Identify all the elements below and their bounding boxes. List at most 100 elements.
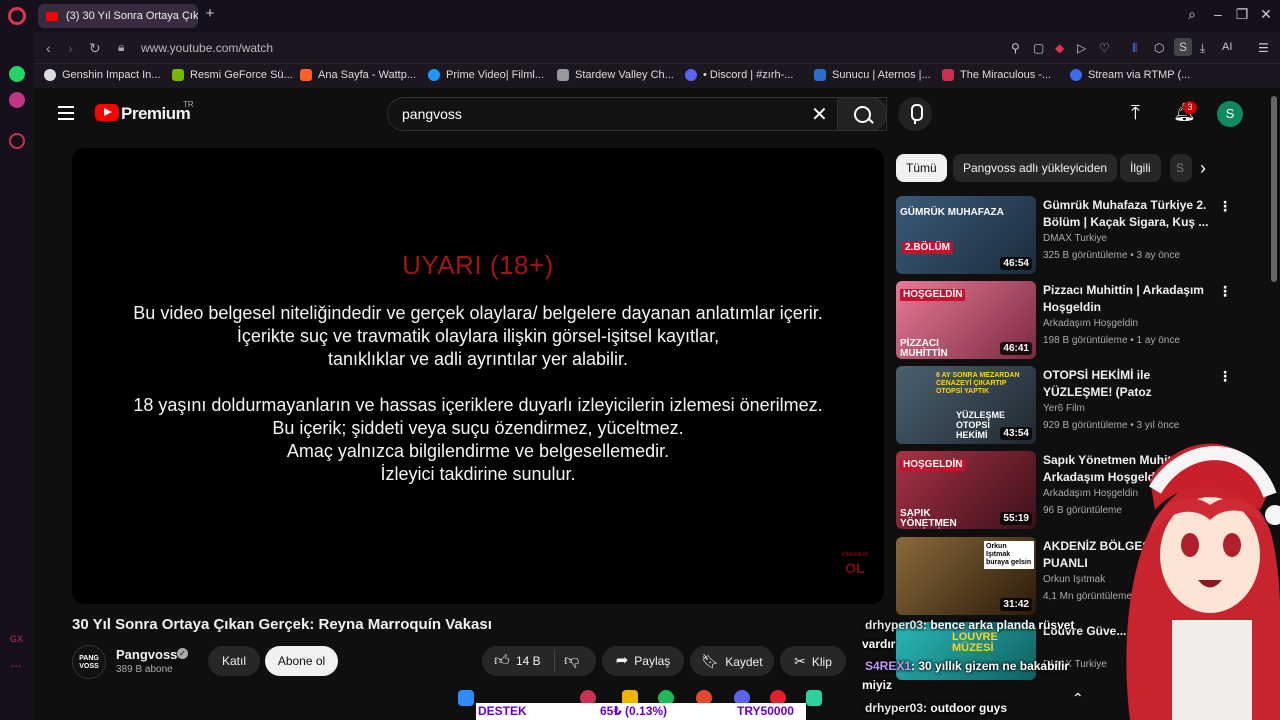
bookmark-7[interactable]: The Miraculous -... (942, 69, 1051, 81)
chip-truncated[interactable]: S (1170, 154, 1192, 182)
profile-s-icon[interactable]: S (1174, 38, 1192, 56)
settings-gear-icon[interactable] (9, 133, 25, 149)
clip-button[interactable]: ✂ Klip (780, 646, 846, 676)
aria-ai-icon[interactable]: AI (1222, 41, 1232, 53)
windows-start-icon[interactable] (458, 690, 474, 706)
more-options-icon[interactable]: ⋮ (1218, 283, 1232, 300)
chip-related[interactable]: İlgili (1120, 154, 1161, 182)
video-thumbnail[interactable]: 6 AY SONRA MEZARDAN CENAZEYİ ÇIKARTIP OT… (896, 366, 1036, 444)
more-options-icon[interactable]: ⋮ (1218, 198, 1232, 215)
bookmark-1[interactable]: Resmi GeForce Sü... (172, 69, 293, 81)
chevron-right-icon[interactable]: › (1200, 158, 1206, 179)
snapshot-icon[interactable]: ▢ (1033, 41, 1044, 55)
restore-button[interactable]: ❐ (1234, 6, 1250, 24)
browser-sidebar: GX ... (0, 32, 34, 720)
browser-tab-active[interactable]: (3) 30 Yıl Sonra Ortaya Çık (38, 4, 198, 28)
like-dislike-group: 👍︎ 14 B 👎︎ (482, 646, 596, 676)
chip-from-uploader[interactable]: Pangvoss adlı yükleyiciden (953, 154, 1118, 182)
search-input[interactable] (402, 106, 802, 122)
pin-icon[interactable]: ⚲ (1011, 41, 1020, 55)
like-count[interactable]: 14 B (516, 646, 541, 676)
channel-avatar[interactable]: PANG VOSS (72, 645, 106, 679)
rec-title[interactable]: Gümrük Muhafaza Türkiye 2. Bölüm | Kaçak… (1043, 197, 1213, 231)
bookmark-2[interactable]: Ana Sayfa - Wattp... (300, 69, 416, 81)
bookmark-6[interactable]: Sunucu | Aternos |... (814, 69, 931, 81)
rec-meta: 198 B görüntüleme • 1 ay önce (1043, 335, 1180, 346)
download-icon[interactable]: ⤓ (1200, 41, 1205, 56)
chip-all[interactable]: Tümü (896, 154, 947, 182)
search-button[interactable] (837, 97, 887, 131)
browser-search-icon[interactable]: ⌕ (1184, 6, 1200, 24)
join-button[interactable]: Katıl (208, 646, 260, 676)
video-player[interactable]: UYARI (18+) Bu video belgesel niteliğind… (72, 148, 884, 604)
player-icon[interactable]: ▷ (1077, 41, 1086, 55)
rec-meta: 325 B görüntüleme • 3 ay önce (1043, 250, 1180, 261)
ticker-goal: TRY50000 (737, 704, 794, 718)
rec-channel[interactable]: Arkadaşım Hoşgeldin (1043, 318, 1138, 329)
forward-arrow-icon[interactable]: › (68, 40, 73, 56)
scrollbar[interactable] (1271, 96, 1277, 282)
bookmark-3[interactable]: Prime Video| Filml... (428, 69, 544, 81)
sidebar-more-icon[interactable]: ... (11, 656, 21, 670)
bookmarks-bar: Genshin Impact In... Resmi GeForce Sü...… (34, 64, 1280, 88)
bookmark-5[interactable]: • Discord | #zırh-... (685, 69, 793, 81)
voice-search-mic-icon[interactable] (898, 97, 932, 131)
channel-name[interactable]: Pangvoss (116, 647, 177, 662)
whatsapp-icon[interactable] (9, 66, 25, 82)
video-thumbnail[interactable]: HOŞGELDİN SAPIK YÖNETMEN MUHİTTİN 55:19 (896, 451, 1036, 529)
rec-channel[interactable]: Orkun Işıtmak (1043, 574, 1105, 585)
channel-watermark[interactable]: KARANLIK OL (840, 550, 870, 584)
upload-icon[interactable]: ⤒ (1131, 102, 1140, 125)
list-item[interactable]: GÜMRÜK MUHAFAZA 2.BÖLÜM 46:54 Gümrük Muh… (896, 196, 1266, 276)
url-field[interactable]: www.youtube.com/watch (141, 41, 273, 55)
new-tab-button[interactable]: + (202, 6, 218, 22)
ticker-label: DESTEK (478, 704, 527, 718)
easy-setup-icon[interactable]: ☰ (1258, 41, 1269, 55)
gx-corner-icon[interactable]: GX (10, 634, 23, 644)
hamburger-menu-icon[interactable] (58, 106, 74, 120)
duration-badge: 55:19 (1000, 512, 1032, 525)
search-box[interactable]: ✕ (387, 97, 887, 131)
bookmark-8[interactable]: Stream via RTMP (... (1070, 69, 1190, 81)
chat-message: miyiz (862, 678, 893, 692)
rec-title[interactable]: OTOPSİ HEKİMİ ile YÜZLEŞME! (Patoz Makin… (1043, 367, 1213, 401)
clear-search-icon[interactable]: ✕ (811, 102, 828, 127)
extensions-icon[interactable]: ⬡ (1154, 41, 1164, 55)
minimize-button[interactable]: – (1210, 6, 1226, 24)
scissors-icon: ✂ (794, 653, 806, 669)
opera-logo-icon[interactable] (8, 7, 26, 25)
youtube-logo-icon[interactable] (95, 104, 119, 121)
voice-icon[interactable]: ⦀ (1132, 41, 1137, 56)
like-icon[interactable]: 👍︎ (494, 646, 510, 676)
warning-title: UYARI (18+) (402, 250, 554, 280)
video-thumbnail[interactable]: HOŞGELDİN PİZZACI MUHİTTİN 46:41 (896, 281, 1036, 359)
premium-logo-text[interactable]: Premium (121, 104, 191, 124)
bookmark-0[interactable]: Genshin Impact In... (44, 69, 160, 81)
video-thumbnail[interactable]: Orkun Işıtmak buraya gelsin 31:42 (896, 537, 1036, 615)
video-thumbnail[interactable]: GÜMRÜK MUHAFAZA 2.BÖLÜM 46:54 (896, 196, 1036, 274)
more-options-icon[interactable]: ⋮ (1218, 368, 1232, 385)
subscribe-button[interactable]: Abone ol (265, 646, 338, 676)
save-button[interactable]: 🔖︎ Kaydet (690, 646, 774, 676)
rec-channel[interactable]: Yer6 Film (1043, 403, 1085, 414)
region-code: TR (183, 100, 194, 109)
miraculous-icon (942, 69, 954, 81)
app-green-icon[interactable] (806, 690, 822, 706)
dislike-icon[interactable]: 👎︎ (564, 646, 579, 676)
pocket-icon[interactable]: ◆ (1055, 41, 1064, 55)
chevron-up-icon[interactable]: ⌃ (1072, 690, 1084, 707)
list-item[interactable]: HOŞGELDİN PİZZACI MUHİTTİN 46:41 Pizzacı… (896, 281, 1266, 361)
bookmark-save-icon: 🔖︎ (701, 653, 720, 669)
lock-icon[interactable]: 🔒︎ (118, 40, 124, 55)
back-arrow-icon[interactable]: ‹ (46, 40, 51, 56)
bookmark-4[interactable]: Stardew Valley Ch... (557, 69, 674, 81)
heart-icon[interactable]: ♡ (1099, 41, 1110, 55)
instagram-icon[interactable] (9, 92, 25, 108)
reload-icon[interactable]: ↻ (89, 40, 101, 57)
account-avatar[interactable]: S (1217, 101, 1243, 127)
share-button[interactable]: ➦ Paylaş (602, 646, 684, 676)
rec-title[interactable]: Pizzacı Muhittin | Arkadaşım Hoşgeldin (1043, 282, 1213, 316)
rec-channel[interactable]: DMAX Turkiye (1043, 233, 1107, 244)
close-window-button[interactable]: ✕ (1258, 6, 1274, 24)
duration-badge: 43:54 (1000, 427, 1032, 440)
